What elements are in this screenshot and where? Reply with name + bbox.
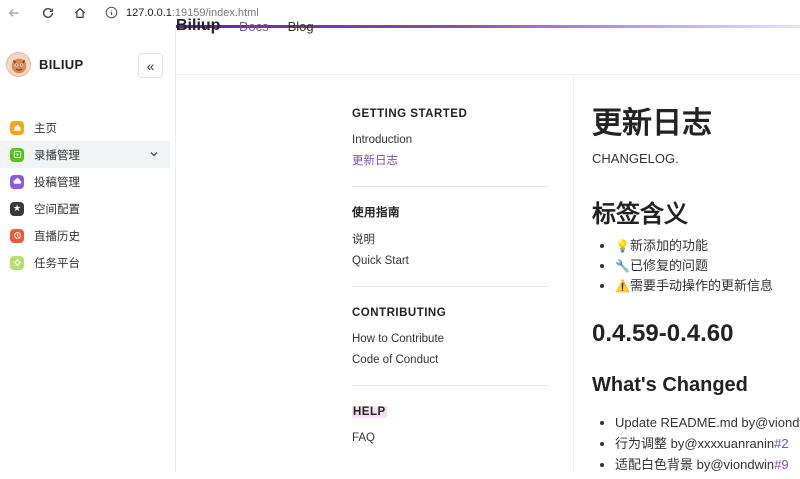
menu-item-label: 空间配置 (34, 203, 80, 216)
whats-changed-heading: What's Changed (592, 374, 748, 396)
collapse-sidebar-button[interactable]: « (138, 53, 163, 78)
doc-link-introduction[interactable]: Introduction (352, 130, 548, 151)
content-divider (573, 76, 574, 472)
list-item: Update README.md by @viondw (600, 412, 800, 433)
history-icon (10, 228, 24, 243)
doc-link-faq[interactable]: FAQ (352, 428, 548, 449)
doc-link-quick-start[interactable]: Quick Start (352, 251, 548, 272)
arrow-left-icon (8, 8, 19, 17)
home-icon (74, 7, 86, 18)
doc-link-changelog[interactable]: 更新日志 (352, 151, 548, 172)
change-list: Update README.md by @viondw 行为调整 by @xxx… (600, 412, 800, 472)
brand[interactable]: BILIUP (6, 52, 83, 77)
wrench-icon: 🔧 (615, 259, 630, 273)
change-text: 适配白色背景 by (615, 457, 711, 472)
tag-list: 💡 新添加的功能 🔧 已修复的问题 ⚠️ 需要手动操作的更新信息 (600, 236, 773, 296)
list-item: ⚠️ 需要手动操作的更新信息 (600, 276, 773, 296)
list-item: 🔧 已修复的问题 (600, 256, 773, 276)
app-sidebar: BILIUP « 主页 录播管理 投稿管理 ★ 空间配置 直播历史 任务平台 (0, 25, 176, 472)
upload-cloud-icon (10, 174, 24, 189)
change-suffix: in (764, 436, 775, 451)
home-button[interactable] (69, 2, 91, 24)
section-title: CONTRIBUTING (352, 307, 447, 319)
tag-text: 需要手动操作的更新信息 (630, 278, 774, 293)
home-icon (10, 120, 24, 135)
list-item: 💡 新添加的功能 (600, 236, 773, 256)
reload-icon (42, 7, 54, 18)
star-icon: ★ (10, 201, 24, 216)
change-text: Update README.md by (615, 415, 756, 430)
url-host: 127.0.0.1 (126, 6, 172, 19)
browser-toolbar: 127.0.0.1:19159/index.html (0, 0, 800, 25)
gear-icon (10, 255, 24, 270)
list-item: 行为调整 by @xxxxuanran in #2 (600, 433, 800, 454)
list-item: 适配白色背景 by @viondw in #9 (600, 454, 800, 472)
section-help: HELP FAQ (352, 402, 548, 463)
lightbulb-icon: 💡 (615, 239, 630, 253)
menu-item-label: 直播历史 (34, 230, 80, 243)
brand-name: BILIUP (39, 57, 84, 72)
menu-item-home[interactable]: 主页 (0, 114, 170, 141)
chevron-down-icon (150, 152, 158, 157)
tag-text: 新添加的功能 (630, 238, 709, 253)
section-title: GETTING STARTED (352, 108, 468, 120)
section-usage-guide: 使用指南 说明 Quick Start (352, 203, 548, 287)
nav-link-blog[interactable]: Blog (288, 19, 314, 34)
doc-link-explanation[interactable]: 说明 (352, 230, 548, 251)
record-icon (10, 147, 24, 162)
menu-item-space-config[interactable]: ★ 空间配置 (0, 195, 170, 222)
section-title: 使用指南 (352, 207, 400, 219)
section-contributing: CONTRIBUTING How to Contribute Code of C… (352, 303, 548, 386)
tag-text: 已修复的问题 (630, 258, 709, 273)
page-subtitle: CHANGELOG. (592, 151, 679, 166)
doc-content: 更新日志 CHANGELOG. 标签含义 💡 新添加的功能 🔧 已修复的问题 ⚠️ 需… (592, 76, 800, 472)
change-author[interactable]: @viondw (710, 454, 764, 472)
page-title: 更新日志 (592, 107, 712, 140)
version-heading: 0.4.59-0.4.60 (592, 320, 734, 347)
pr-link[interactable]: #9 (774, 454, 788, 472)
tags-heading: 标签含义 (592, 201, 688, 228)
nav-link-docs[interactable]: Docs (239, 19, 269, 34)
doc-link-how-to-contribute[interactable]: How to Contribute (352, 329, 548, 350)
docs-brand[interactable]: Biliup (176, 17, 220, 35)
change-suffix: in (764, 457, 775, 472)
change-text: 行为调整 by (615, 436, 685, 451)
menu-item-task-platform[interactable]: 任务平台 (0, 249, 170, 276)
info-icon (105, 6, 118, 19)
menu-item-recording[interactable]: 录播管理 (0, 141, 170, 168)
change-author[interactable]: @viondw (755, 412, 800, 433)
menu-item-live-history[interactable]: 直播历史 (0, 222, 170, 249)
section-getting-started: GETTING STARTED Introduction 更新日志 (352, 76, 548, 187)
docs-sidebar: GETTING STARTED Introduction 更新日志 使用指南 说… (352, 76, 548, 479)
mascot-icon (11, 58, 26, 73)
warning-icon: ⚠️ (615, 279, 630, 293)
brand-logo (6, 52, 31, 77)
back-button[interactable] (3, 2, 25, 24)
menu-item-label: 投稿管理 (34, 176, 80, 189)
menu-item-label: 任务平台 (34, 257, 80, 270)
menu-item-upload[interactable]: 投稿管理 (0, 168, 170, 195)
doc-link-code-of-conduct[interactable]: Code of Conduct (352, 350, 548, 371)
section-title: HELP (352, 406, 387, 418)
menu-item-label: 主页 (34, 122, 57, 135)
change-author[interactable]: @xxxxuanran (684, 433, 764, 454)
docs-nav: Docs Blog (239, 19, 314, 34)
menu-item-label: 录播管理 (34, 149, 80, 162)
reload-button[interactable] (37, 2, 59, 24)
app-menu: 主页 录播管理 投稿管理 ★ 空间配置 直播历史 任务平台 (0, 114, 170, 276)
pr-link[interactable]: #2 (774, 433, 788, 454)
